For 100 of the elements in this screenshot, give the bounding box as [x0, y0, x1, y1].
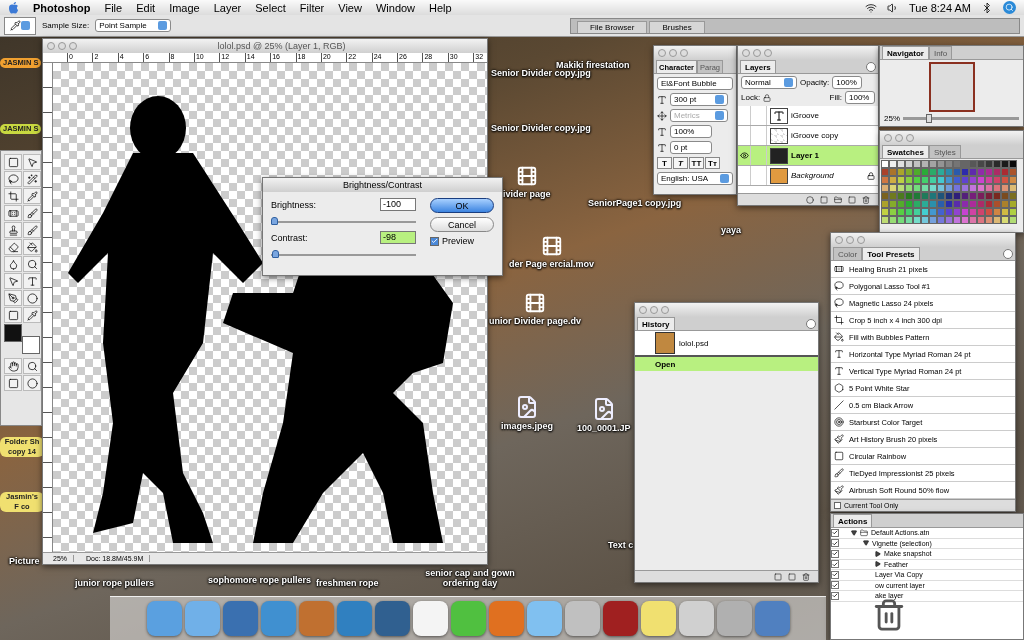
panel-tab[interactable]: History [637, 317, 675, 330]
snapshot-icon[interactable] [788, 572, 796, 581]
type-style-button[interactable]: Tт [705, 157, 720, 169]
bluetooth-icon[interactable] [981, 1, 993, 14]
palette-well-tab[interactable]: Brushes [649, 20, 705, 33]
desktop-icon-label[interactable]: Text c [605, 540, 637, 550]
disclosure-triangle-icon[interactable] [875, 550, 881, 557]
movie-file-icon[interactable] [515, 165, 538, 187]
value-field[interactable]: -100 [380, 198, 416, 211]
tool-preset-picker[interactable] [4, 16, 36, 35]
trash-icon[interactable] [872, 598, 906, 632]
layer-style-icon[interactable] [806, 195, 814, 204]
movie-file-icon[interactable] [524, 292, 546, 314]
fill-field[interactable]: 100% [845, 91, 875, 104]
desktop-icon-label[interactable]: senior cap and gown ordering day [415, 568, 525, 588]
sample-size-select[interactable]: Point Sample [95, 19, 172, 32]
desktop-icon-label[interactable]: der Page ercial.mov [506, 259, 598, 269]
movie-file-icon[interactable] [540, 235, 563, 257]
panel-tab[interactable]: Layers [740, 60, 776, 73]
panel-tab[interactable]: Tool Presets [862, 247, 920, 260]
menu-item[interactable]: File [104, 1, 123, 14]
panel-tab[interactable]: Swatches [882, 145, 929, 158]
desktop-icon-label[interactable]: SeniorPage1 copy.jpg [585, 198, 685, 208]
folder-icon[interactable] [834, 195, 842, 204]
desktop-icon-label[interactable]: images.jpeg [498, 421, 557, 431]
baseline-shift-field[interactable]: 0 pt [670, 141, 712, 154]
background-color-swatch[interactable] [22, 336, 40, 354]
vertical-scale-field[interactable]: 100% [670, 125, 712, 138]
menu-item[interactable]: Select [255, 1, 286, 14]
disclosure-triangle-icon[interactable] [851, 529, 857, 536]
desktop-icon-label[interactable]: unior Divider page.dv [486, 316, 585, 326]
menu-item[interactable]: Window [375, 1, 416, 14]
panel-tab[interactable]: Styles [928, 145, 961, 158]
panel-menu-button[interactable] [806, 318, 816, 329]
menu-item[interactable]: View [338, 1, 362, 14]
font-size-select[interactable]: 300 pt [670, 93, 728, 106]
palette-well-tab[interactable]: File Browser [577, 20, 648, 33]
blend-mode-select[interactable]: Normal [741, 76, 797, 89]
panel-menu-button[interactable] [1003, 248, 1013, 259]
menu-item[interactable]: Filter [299, 1, 325, 14]
visibility-toggle[interactable] [738, 146, 751, 165]
menu-item[interactable]: Image [169, 1, 200, 14]
action-checkbox[interactable] [831, 581, 839, 590]
desktop-icon-label[interactable]: 100_0001.JP [574, 423, 634, 433]
zoom-slider-thumb[interactable] [926, 114, 933, 123]
navigator-thumbnail[interactable] [928, 61, 975, 112]
app-icon[interactable] [602, 601, 638, 636]
layer-row[interactable]: Background [738, 166, 878, 186]
lock-icon[interactable] [763, 93, 772, 102]
panel-tab[interactable]: Color [833, 247, 863, 260]
menu-item[interactable]: Layer [213, 1, 242, 14]
font-select[interactable]: El&Font Bubble [657, 77, 733, 90]
type-style-button[interactable]: T [673, 157, 688, 169]
mask-icon[interactable] [820, 195, 828, 204]
disclosure-triangle-icon[interactable] [863, 540, 869, 547]
type-style-button[interactable]: T [657, 157, 672, 169]
history-step[interactable]: Open [635, 357, 818, 371]
slider-track[interactable] [271, 248, 416, 256]
action-checkbox[interactable] [831, 591, 839, 600]
navigator-zoom[interactable]: 25% [884, 114, 900, 123]
desktop-icon-label[interactable]: Makiki firestation [553, 60, 633, 70]
desktop-icon-label[interactable]: junior rope pullers [72, 578, 157, 588]
menu-item[interactable]: Help [429, 1, 452, 14]
app-icon[interactable] [640, 601, 676, 636]
panel-tab[interactable]: Info [928, 46, 953, 59]
layer-row[interactable]: Layer 1 [738, 146, 878, 166]
clock[interactable]: Tue 8:24 AM [909, 1, 971, 14]
ok-button[interactable]: OK [430, 198, 494, 213]
eye-icon[interactable] [739, 151, 749, 160]
layer-row[interactable]: iGroove [738, 106, 878, 126]
current-tool-checkbox[interactable] [834, 502, 841, 509]
app-icon[interactable] [412, 601, 448, 636]
action-checkbox[interactable] [831, 528, 839, 537]
apple-logo-icon[interactable] [8, 1, 19, 14]
new-document-icon[interactable] [774, 572, 782, 581]
foreground-color-swatch[interactable] [4, 324, 22, 342]
action-checkbox[interactable] [831, 549, 839, 558]
cancel-button[interactable]: Cancel [430, 217, 494, 232]
desktop-icon-label[interactable]: yaya [718, 225, 745, 235]
search-icon[interactable] [1003, 1, 1016, 14]
zoom-slider[interactable] [903, 117, 1019, 120]
type-style-button[interactable]: TT [689, 157, 704, 169]
desktop-icon-label[interactable]: sophomore rope pullers [205, 575, 315, 585]
value-field[interactable]: -98 [380, 231, 416, 244]
panel-tab[interactable]: Actions [833, 514, 873, 527]
action-checkbox[interactable] [831, 560, 839, 569]
new-layer-icon[interactable] [848, 195, 856, 204]
slider-thumb[interactable] [272, 250, 280, 258]
desktop-icon-label[interactable]: ivider page [500, 189, 554, 199]
desktop-icon-label[interactable]: Senior Divider copy.jpg [488, 68, 594, 78]
desktop-icon-label[interactable]: Senior Divider copy.jpg [488, 123, 594, 133]
panel-menu-button[interactable] [866, 61, 876, 72]
disclosure-triangle-icon[interactable] [875, 561, 881, 568]
desktop-icon-label[interactable]: Picture [6, 556, 43, 566]
opacity-field[interactable]: 100% [832, 76, 863, 89]
slider-track[interactable] [271, 215, 416, 223]
wifi-icon[interactable] [865, 1, 878, 14]
layer-row[interactable]: iGroove copy [738, 126, 878, 146]
stepper-icon[interactable] [158, 21, 168, 30]
panel-tab[interactable]: Navigator [882, 46, 929, 59]
